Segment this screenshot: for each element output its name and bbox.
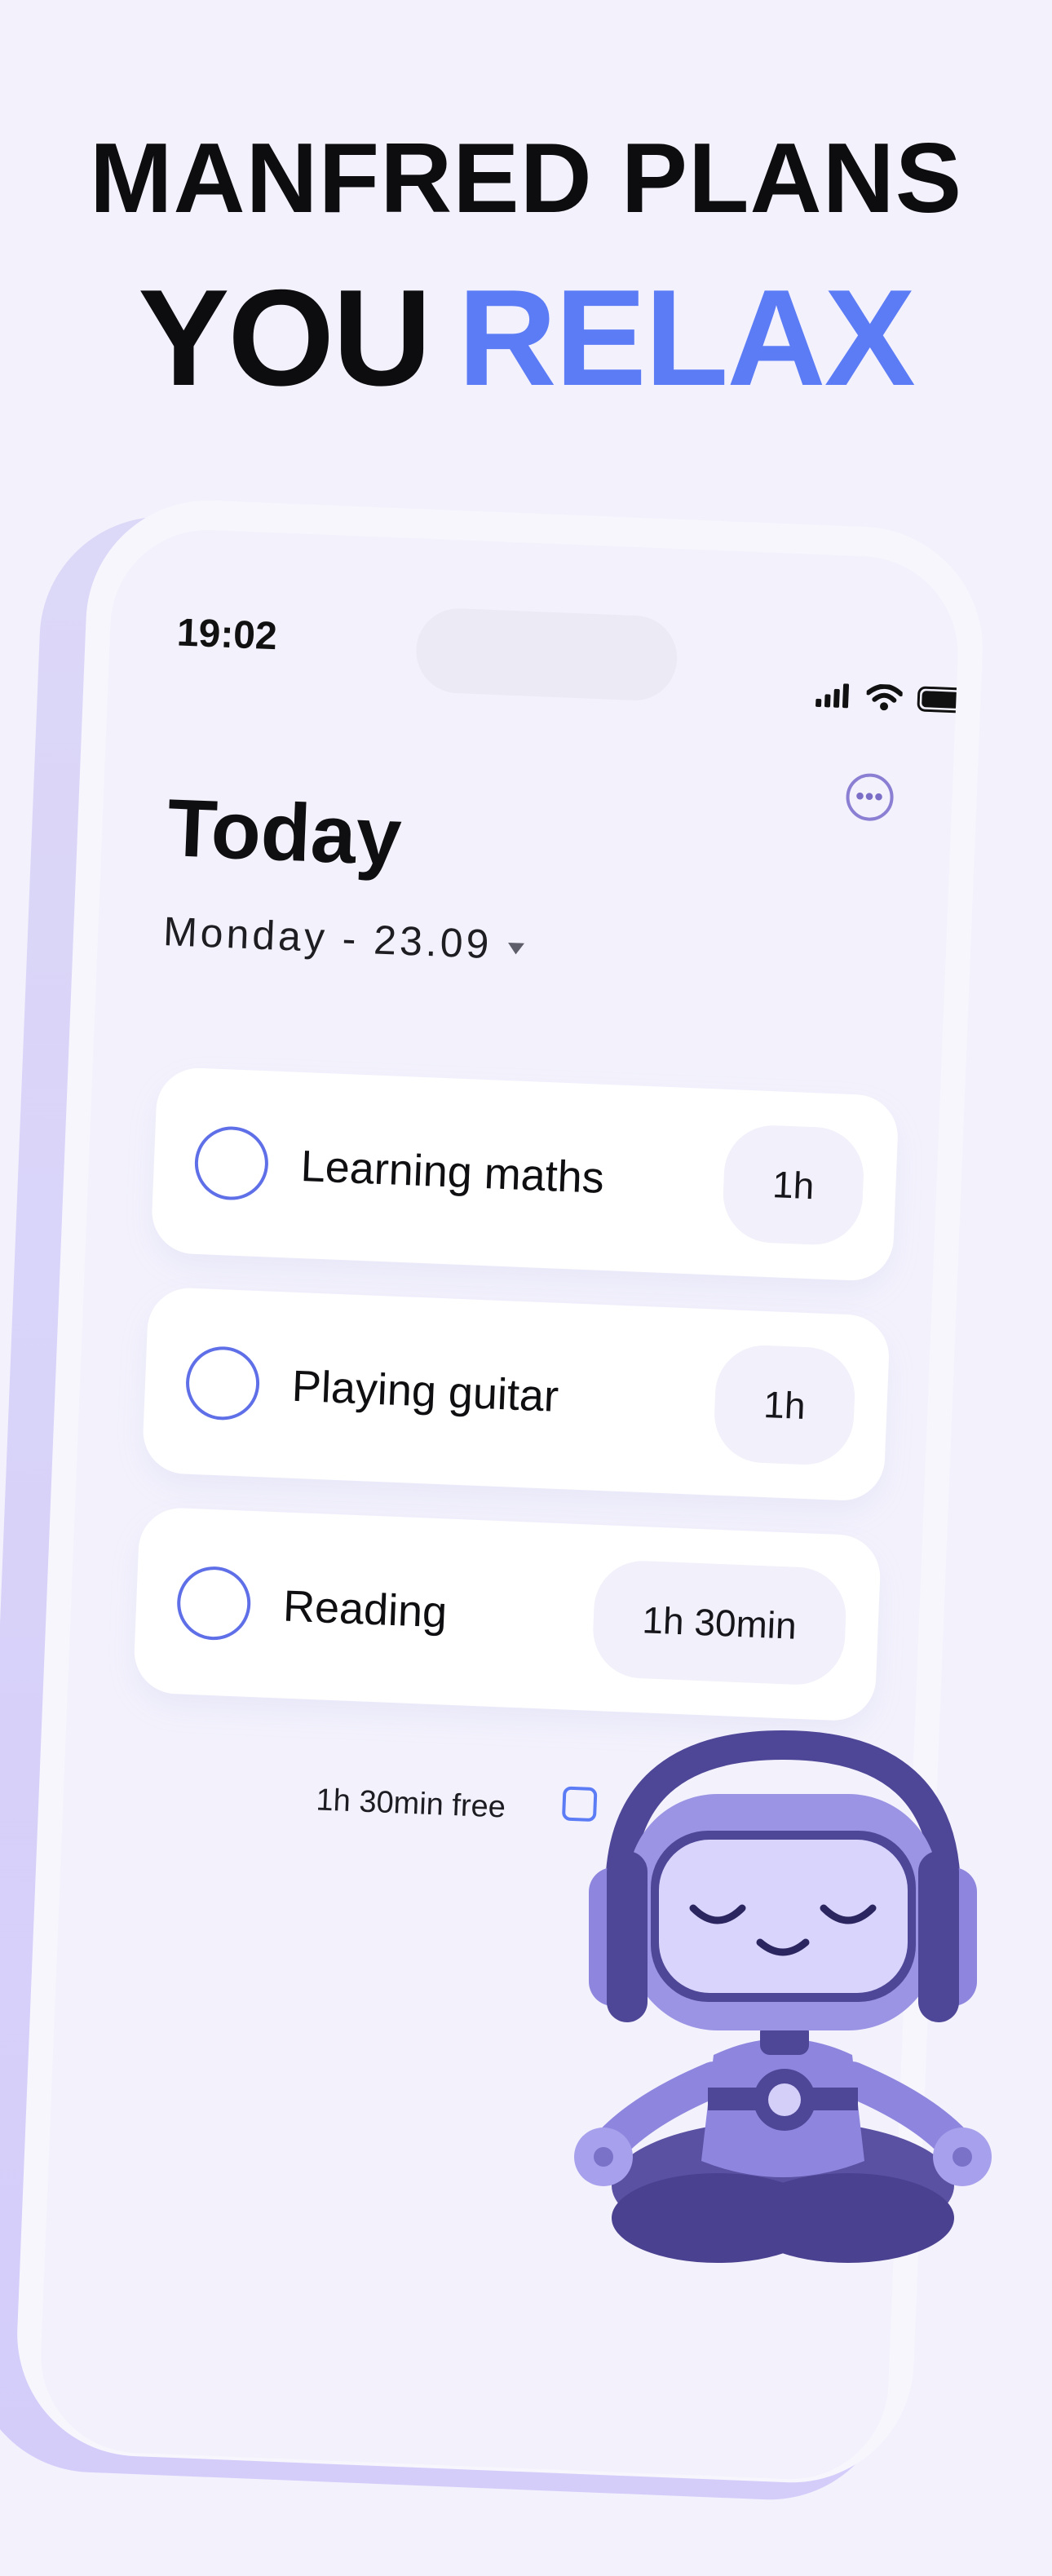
date-selector[interactable]: Monday - 23.09 <box>162 908 525 970</box>
more-options-button[interactable]: ••• <box>845 772 895 822</box>
free-time-label: 1h 30min free <box>315 1783 506 1825</box>
task-duration-pill[interactable]: 1h 30min <box>590 1558 848 1687</box>
headline-line-1: MANFRED PLANS <box>89 122 963 233</box>
task-name: Reading <box>281 1581 449 1637</box>
task-card[interactable]: Playing guitar 1h <box>141 1286 891 1502</box>
page-title: Today <box>166 782 404 883</box>
caret-down-icon <box>507 942 525 955</box>
signal-icon <box>816 683 850 709</box>
status-time: 19:02 <box>175 611 278 659</box>
dynamic-island <box>414 607 679 702</box>
robot-mascot-illustration <box>574 1730 992 2263</box>
task-duration-pill[interactable]: 1h <box>712 1343 857 1467</box>
status-icons <box>816 682 962 714</box>
headline-line-2: YOU RELAX <box>0 259 1052 417</box>
battery-icon <box>917 686 962 714</box>
task-checkbox[interactable] <box>193 1125 270 1202</box>
task-card[interactable]: Learning maths 1h <box>150 1066 900 1283</box>
task-checkbox[interactable] <box>175 1565 253 1641</box>
headline-you: YOU <box>138 261 431 414</box>
task-name: Playing guitar <box>290 1361 560 1421</box>
date-label: Monday - 23.09 <box>162 908 493 968</box>
task-name: Learning maths <box>299 1141 605 1203</box>
task-card[interactable]: Reading 1h 30min <box>132 1506 882 1722</box>
wifi-icon <box>865 683 904 711</box>
headline-relax: RELAX <box>457 261 915 414</box>
task-checkbox[interactable] <box>184 1345 261 1422</box>
task-duration-pill[interactable]: 1h <box>721 1123 866 1247</box>
more-icon: ••• <box>855 782 885 811</box>
